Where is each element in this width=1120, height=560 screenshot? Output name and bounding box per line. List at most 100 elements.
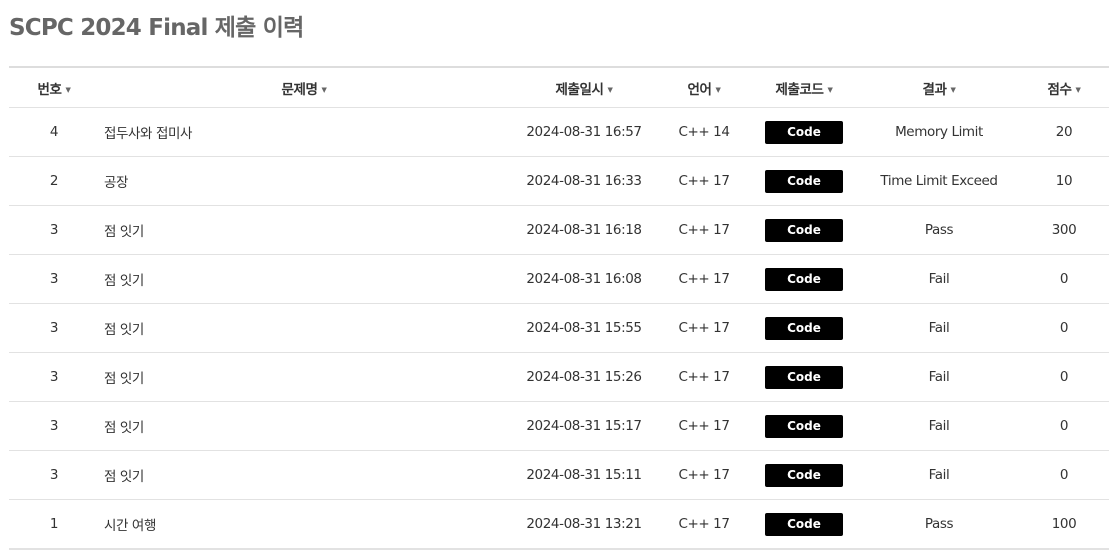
- table-header-row: 번호 ▼ 문제명 ▼ 제출일시 ▼ 언어 ▼ 제출코드 ▼ 결과 ▼ 점수 ▼: [9, 67, 1109, 108]
- result-cell: Fail: [859, 401, 1019, 451]
- problem-number-cell: 3: [9, 254, 99, 304]
- view-code-button[interactable]: Code: [765, 218, 843, 242]
- view-code-button[interactable]: Code: [765, 414, 843, 438]
- score-cell: 0: [1019, 352, 1109, 402]
- column-header-label: 제출일시: [555, 81, 604, 98]
- view-code-button[interactable]: Code: [765, 169, 843, 193]
- caret-down-icon: ▼: [607, 85, 613, 94]
- score-cell: 10: [1019, 156, 1109, 206]
- column-header-label: 점수: [1047, 81, 1072, 98]
- code-cell: Code: [749, 156, 859, 206]
- result-cell: Pass: [859, 499, 1019, 550]
- submission-table: 번호 ▼ 문제명 ▼ 제출일시 ▼ 언어 ▼ 제출코드 ▼ 결과 ▼ 점수 ▼ 4 접두사와 접미사 2024…: [9, 66, 1109, 550]
- code-cell: Code: [749, 499, 859, 550]
- column-header-language[interactable]: 언어 ▼: [659, 67, 749, 108]
- column-header-no[interactable]: 번호 ▼: [9, 67, 99, 108]
- caret-down-icon: ▼: [827, 85, 833, 94]
- column-header-code[interactable]: 제출코드 ▼: [749, 67, 859, 108]
- problem-name-cell: 접두사와 접미사: [99, 107, 509, 157]
- problem-number-cell: 3: [9, 352, 99, 402]
- view-code-button[interactable]: Code: [765, 267, 843, 291]
- column-header-label: 결과: [922, 81, 947, 98]
- submitted-at-cell: 2024-08-31 13:21: [509, 499, 659, 550]
- result-cell: Time Limit Exceed: [859, 156, 1019, 206]
- problem-number-cell: 2: [9, 156, 99, 206]
- score-cell: 0: [1019, 254, 1109, 304]
- submitted-at-cell: 2024-08-31 16:33: [509, 156, 659, 206]
- problem-name-cell: 점 잇기: [99, 352, 509, 402]
- column-header-label: 번호: [37, 81, 62, 98]
- page-title: SCPC 2024 Final 제출 이력: [9, 15, 304, 41]
- table-row: 3점 잇기 2024-08-31 15:26 C++ 17 Code Fail 0: [9, 352, 1109, 402]
- view-code-button[interactable]: Code: [765, 365, 843, 389]
- problem-name-cell: 시간 여행: [99, 499, 509, 550]
- caret-down-icon: ▼: [65, 85, 71, 94]
- problem-name-cell: 점 잇기: [99, 254, 509, 304]
- submitted-at-cell: 2024-08-31 16:08: [509, 254, 659, 304]
- language-cell: C++ 17: [659, 401, 749, 451]
- submitted-at-cell: 2024-08-31 15:11: [509, 450, 659, 500]
- caret-down-icon: ▼: [321, 85, 327, 94]
- code-cell: Code: [749, 107, 859, 157]
- code-cell: Code: [749, 205, 859, 255]
- problem-number-cell: 1: [9, 499, 99, 550]
- code-cell: Code: [749, 254, 859, 304]
- language-cell: C++ 17: [659, 352, 749, 402]
- view-code-button[interactable]: Code: [765, 463, 843, 487]
- column-header-label: 문제명: [281, 81, 318, 98]
- column-header-score[interactable]: 점수 ▼: [1019, 67, 1109, 108]
- result-cell: Fail: [859, 450, 1019, 500]
- code-cell: Code: [749, 303, 859, 353]
- score-cell: 0: [1019, 450, 1109, 500]
- table-row: 3점 잇기 2024-08-31 15:11 C++ 17 Code Fail 0: [9, 450, 1109, 500]
- problem-number-cell: 4: [9, 107, 99, 157]
- view-code-button[interactable]: Code: [765, 512, 843, 536]
- table-row: 3점 잇기 2024-08-31 15:55 C++ 17 Code Fail 0: [9, 303, 1109, 353]
- language-cell: C++ 17: [659, 156, 749, 206]
- column-header-label: 언어: [687, 81, 712, 98]
- result-cell: Pass: [859, 205, 1019, 255]
- problem-name-cell: 공장: [99, 156, 509, 206]
- result-cell: Fail: [859, 303, 1019, 353]
- language-cell: C++ 17: [659, 303, 749, 353]
- column-header-result[interactable]: 결과 ▼: [859, 67, 1019, 108]
- code-cell: Code: [749, 352, 859, 402]
- table-row: 3점 잇기 2024-08-31 15:17 C++ 17 Code Fail 0: [9, 401, 1109, 451]
- submitted-at-cell: 2024-08-31 16:57: [509, 107, 659, 157]
- language-cell: C++ 17: [659, 205, 749, 255]
- table-row: 1 시간 여행 2024-08-31 13:21 C++ 17 Code Pass 100: [9, 499, 1109, 550]
- table-row: 2 공장 2024-08-31 16:33 C++ 17 Code Time Limit …: [9, 156, 1109, 206]
- problem-number-cell: 3: [9, 450, 99, 500]
- language-cell: C++ 17: [659, 254, 749, 304]
- table-row: 4 접두사와 접미사 2024-08-31 16:57 C++ 14 Code Memor…: [9, 107, 1109, 157]
- problem-name-cell: 점 잇기: [99, 450, 509, 500]
- caret-down-icon: ▼: [715, 85, 721, 94]
- problem-number-cell: 3: [9, 401, 99, 451]
- language-cell: C++ 14: [659, 107, 749, 157]
- submitted-at-cell: 2024-08-31 15:17: [509, 401, 659, 451]
- column-header-problem[interactable]: 문제명 ▼: [99, 67, 509, 108]
- submitted-at-cell: 2024-08-31 15:26: [509, 352, 659, 402]
- problem-number-cell: 3: [9, 205, 99, 255]
- submitted-at-cell: 2024-08-31 16:18: [509, 205, 659, 255]
- score-cell: 20: [1019, 107, 1109, 157]
- result-cell: Memory Limit: [859, 107, 1019, 157]
- column-header-submitted-at[interactable]: 제출일시 ▼: [509, 67, 659, 108]
- view-code-button[interactable]: Code: [765, 316, 843, 340]
- language-cell: C++ 17: [659, 499, 749, 550]
- score-cell: 300: [1019, 205, 1109, 255]
- view-code-button[interactable]: Code: [765, 120, 843, 144]
- caret-down-icon: ▼: [950, 85, 956, 94]
- problem-name-cell: 점 잇기: [99, 401, 509, 451]
- score-cell: 100: [1019, 499, 1109, 550]
- problem-name-cell: 점 잇기: [99, 205, 509, 255]
- score-cell: 0: [1019, 401, 1109, 451]
- table-header: 번호 ▼ 문제명 ▼ 제출일시 ▼ 언어 ▼ 제출코드 ▼ 결과 ▼ 점수 ▼: [9, 67, 1109, 108]
- column-header-label: 제출코드: [775, 81, 824, 98]
- score-cell: 0: [1019, 303, 1109, 353]
- caret-down-icon: ▼: [1075, 85, 1081, 94]
- submitted-at-cell: 2024-08-31 15:55: [509, 303, 659, 353]
- table-row: 3점 잇기 2024-08-31 16:18 C++ 17 Code Pass 300: [9, 205, 1109, 255]
- problem-name-cell: 점 잇기: [99, 303, 509, 353]
- result-cell: Fail: [859, 352, 1019, 402]
